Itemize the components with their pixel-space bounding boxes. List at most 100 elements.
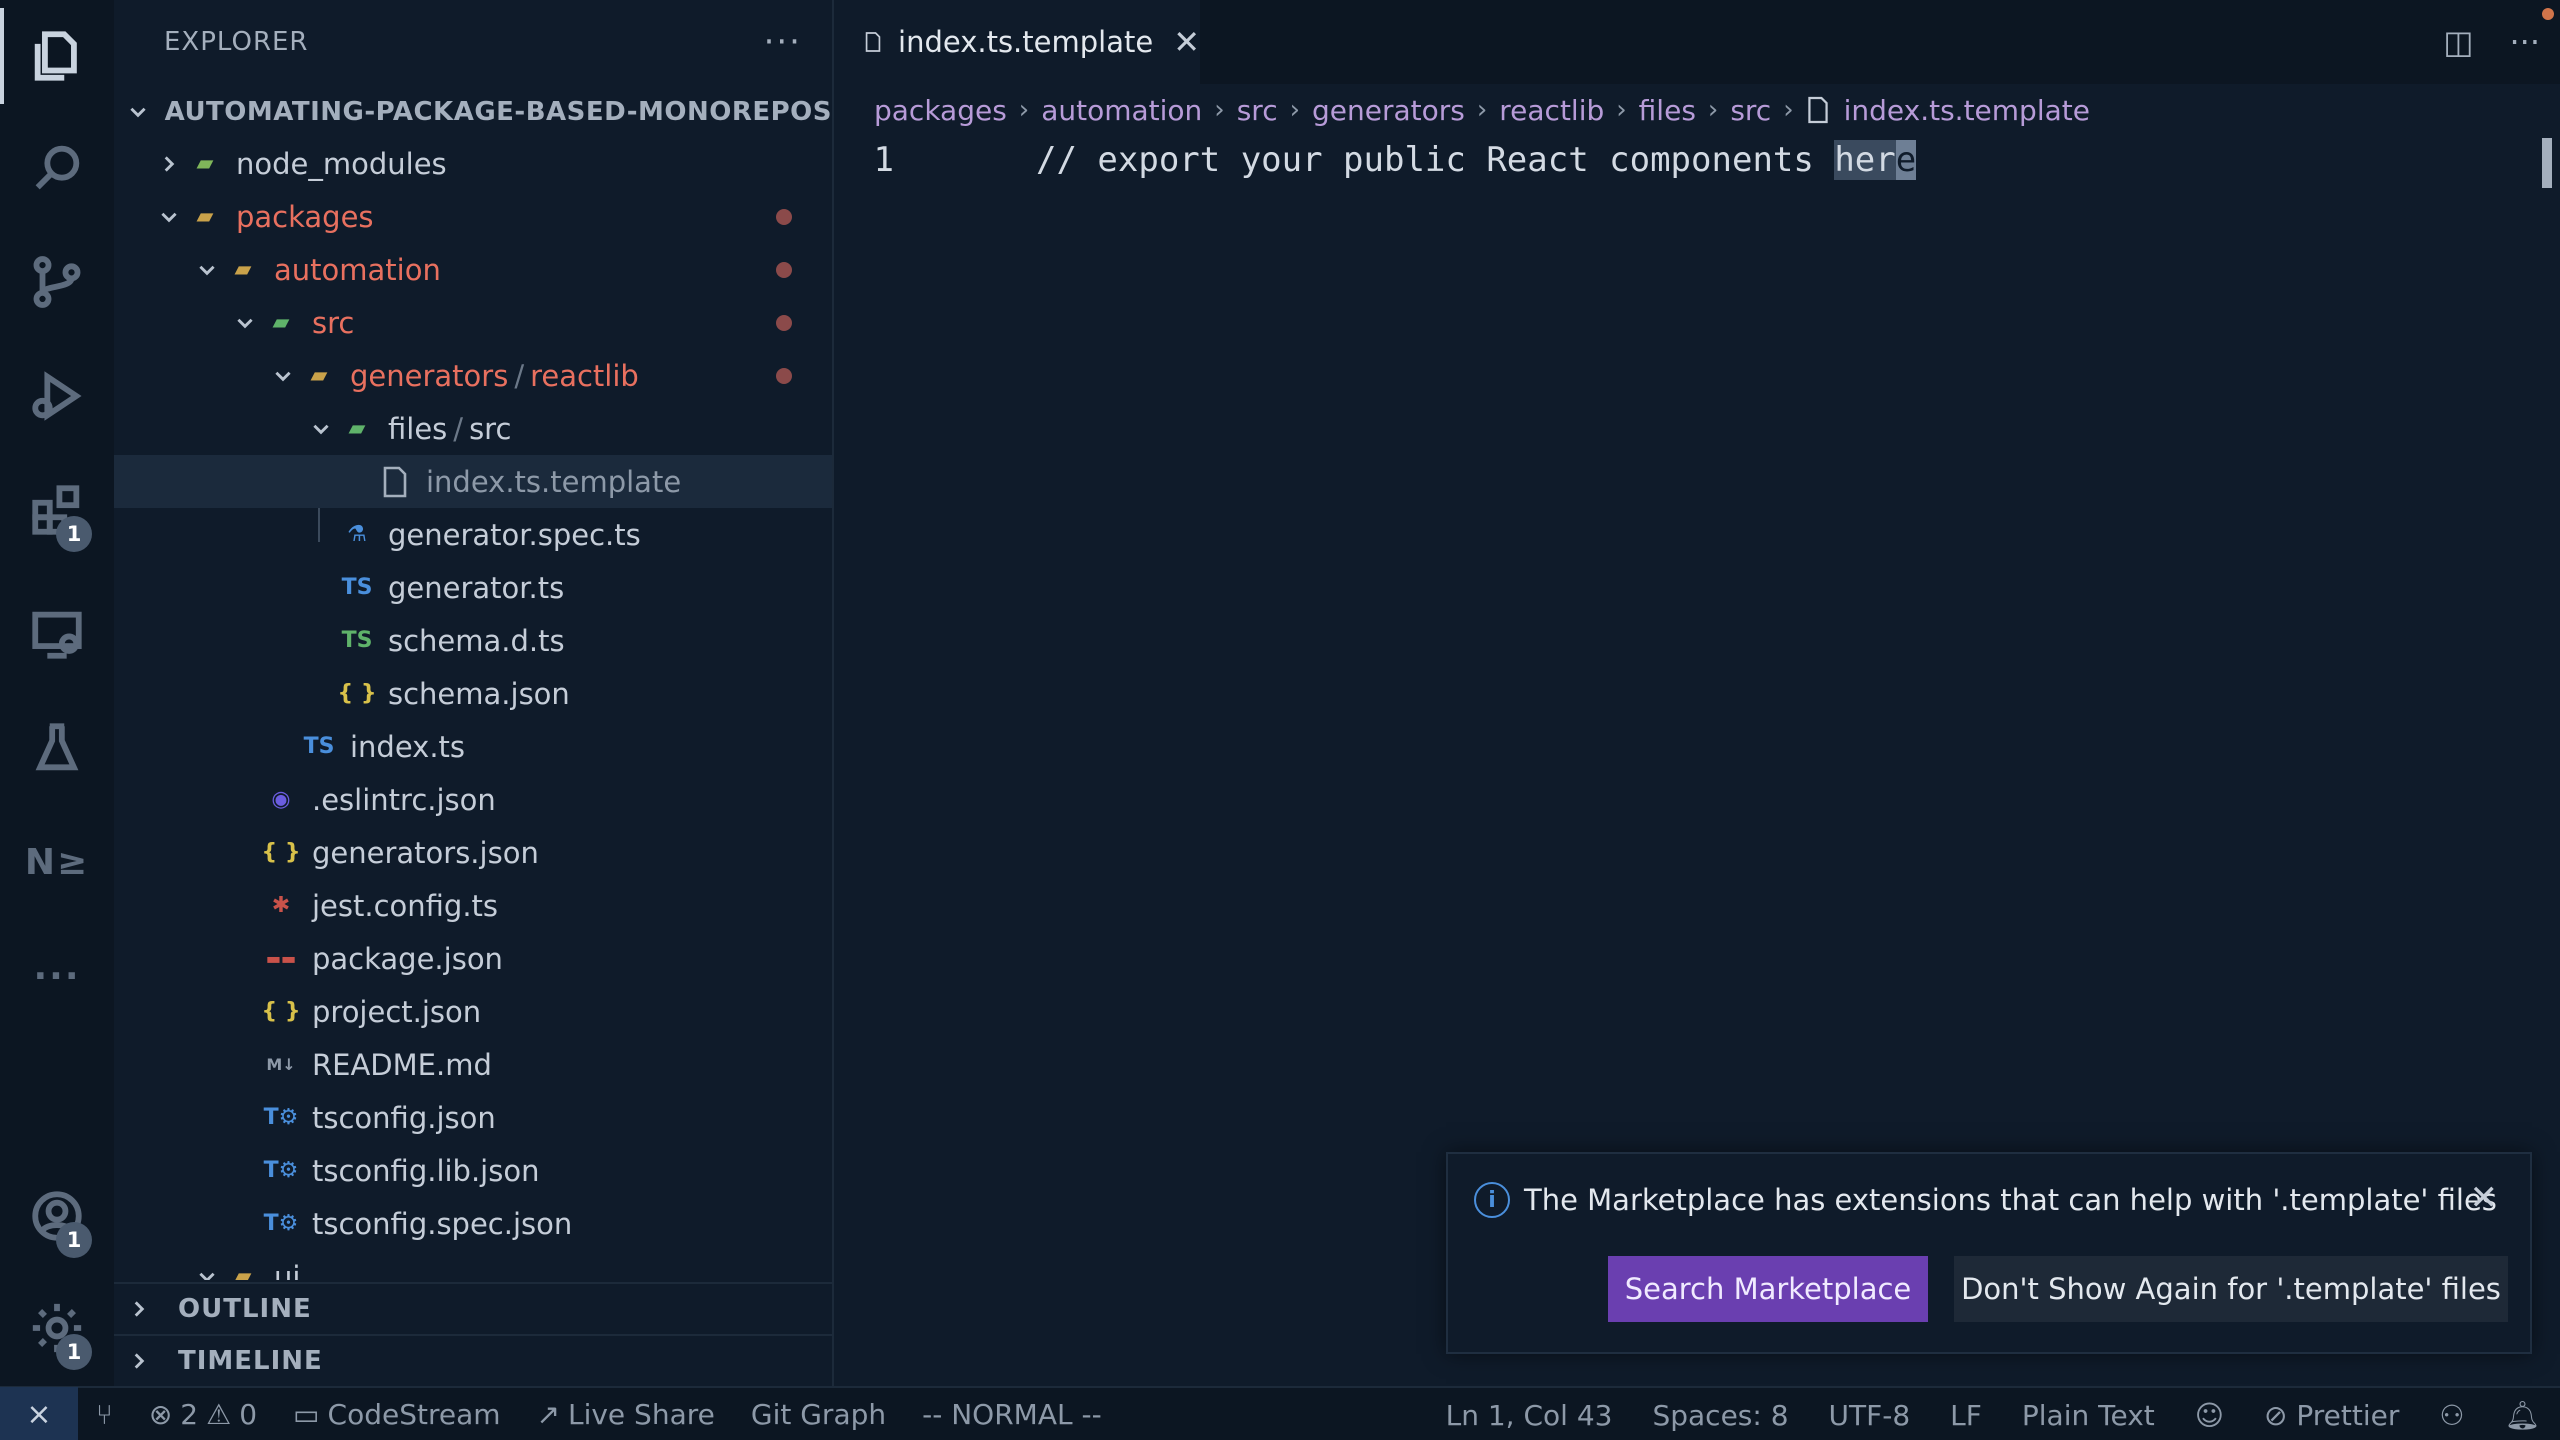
- split-editor-icon[interactable]: ◫: [2443, 23, 2473, 61]
- notification-toast: i The Marketplace has extensions that ca…: [1446, 1152, 2532, 1354]
- share-icon: ↗: [536, 1397, 560, 1431]
- path-separator: /: [514, 358, 525, 393]
- search-marketplace-button[interactable]: Search Marketplace: [1608, 1256, 1928, 1322]
- code-text[interactable]: // export your public React components h…: [1036, 140, 1917, 180]
- feedback-icon[interactable]: ⚇: [2439, 1399, 2464, 1432]
- extensions-activity-button[interactable]: 1: [0, 454, 114, 566]
- close-icon[interactable]: ✕: [1173, 23, 1200, 61]
- testing-activity-button[interactable]: [0, 692, 114, 804]
- tree-label: jest.config.ts: [312, 888, 499, 923]
- code-segment: // export your public React components: [1036, 140, 1835, 180]
- modified-dot: [776, 314, 792, 331]
- code-line-1[interactable]: 1 // export your public React components…: [836, 134, 2536, 186]
- explorer-title: EXPLORER: [164, 27, 309, 57]
- explorer-activity-button[interactable]: [0, 0, 114, 112]
- file-tree: AUTOMATING-PACKAGE-BASED-MONOREPOS ▰ nod…: [114, 84, 832, 1280]
- outline-panel-header[interactable]: OUTLINE: [114, 1282, 832, 1334]
- tree-item-schema-d[interactable]: TS schema.d.ts: [114, 614, 832, 667]
- scrollbar-thumb[interactable]: [2542, 138, 2552, 188]
- git-graph-button[interactable]: Git Graph: [751, 1398, 886, 1431]
- tree-item-eslintrc[interactable]: ◉ .eslintrc.json: [114, 773, 832, 826]
- bell-icon[interactable]: 🔔︎: [2504, 1399, 2540, 1432]
- tsconfig-icon: T⚙: [263, 1211, 299, 1236]
- tree-item-tsconfig[interactable]: T⚙ tsconfig.json: [114, 1091, 832, 1144]
- breadcrumb-item[interactable]: index.ts.template: [1844, 94, 2090, 127]
- indentation[interactable]: Spaces: 8: [1652, 1399, 1788, 1432]
- cursor: e: [1895, 140, 1917, 180]
- remote-explorer-activity-button[interactable]: [0, 578, 114, 690]
- tree-label: generators.json: [312, 835, 539, 870]
- tree-item-jest-config[interactable]: ✱ jest.config.ts: [114, 879, 832, 932]
- cursor-position[interactable]: Ln 1, Col 43: [1446, 1399, 1613, 1432]
- explorer-more-icon[interactable]: ···: [764, 22, 802, 62]
- tab-index-template[interactable]: index.ts.template ✕: [836, 0, 1200, 84]
- tree-item-tsconfig-lib[interactable]: T⚙ tsconfig.lib.json: [114, 1144, 832, 1197]
- remote-indicator-icon[interactable]: ⨯: [0, 1387, 78, 1440]
- tree-item-tsconfig-spec[interactable]: T⚙ tsconfig.spec.json: [114, 1197, 832, 1250]
- folder-icon: ▰: [234, 257, 252, 282]
- live-share-button[interactable]: ↗ Live Share: [537, 1398, 715, 1431]
- tab-bar: index.ts.template ✕ ◫ ···: [836, 0, 2560, 84]
- explorer-sidebar: EXPLORER ··· AUTOMATING-PACKAGE-BASED-MO…: [114, 0, 834, 1386]
- testing-icon: [35, 723, 79, 771]
- chevron-right-icon: ›: [1476, 95, 1488, 125]
- modified-dot: [776, 208, 792, 225]
- tree-item-automation[interactable]: ▰ automation: [114, 243, 832, 296]
- tree-item-project-json[interactable]: { } project.json: [114, 985, 832, 1038]
- file-icon: [865, 32, 881, 52]
- more-activity-button[interactable]: ···: [0, 920, 114, 1032]
- language-mode[interactable]: Plain Text: [2022, 1399, 2155, 1432]
- prettier-button[interactable]: ⊘ Prettier: [2264, 1399, 2399, 1432]
- tree-item-node-modules[interactable]: ▰ node_modules: [114, 137, 832, 190]
- line-number: 1: [873, 140, 894, 180]
- typescript-icon: TS: [341, 575, 373, 600]
- tree-item-package-json[interactable]: ▬▬ package.json: [114, 932, 832, 985]
- breadcrumb-item[interactable]: files: [1639, 94, 1696, 127]
- chevron-right-icon: [124, 1350, 154, 1372]
- git-branch-icon[interactable]: ⑂: [96, 1398, 113, 1431]
- codestream-button[interactable]: ▭ CodeStream: [293, 1398, 500, 1431]
- tree-item-generator-spec[interactable]: ⚗ generator.spec.ts: [114, 508, 832, 561]
- breadcrumb-item[interactable]: packages: [874, 94, 1007, 127]
- tree-item-generators-reactlib[interactable]: ▰ generators / reactlib: [114, 349, 832, 402]
- breadcrumb-item[interactable]: automation: [1041, 94, 1202, 127]
- tree-item-files-src[interactable]: ▰ files / src: [114, 402, 832, 455]
- breadcrumb-item[interactable]: src: [1730, 94, 1771, 127]
- tree-label: files: [388, 411, 448, 446]
- accounts-activity-button[interactable]: 1: [0, 1160, 114, 1272]
- end-of-line[interactable]: LF: [1950, 1399, 1982, 1432]
- tree-root[interactable]: AUTOMATING-PACKAGE-BASED-MONOREPOS: [114, 85, 832, 138]
- chevron-right-icon: ›: [1616, 95, 1627, 125]
- tree-item-generators-json[interactable]: { } generators.json: [114, 826, 832, 879]
- more-actions-icon[interactable]: ···: [2509, 23, 2540, 61]
- dont-show-again-button[interactable]: Don't Show Again for '.template' files: [1954, 1256, 2508, 1322]
- error-icon: ⊗: [148, 1397, 173, 1431]
- problems-indicator[interactable]: ⊗ 2 ⚠ 0: [149, 1398, 257, 1431]
- encoding[interactable]: UTF-8: [1829, 1399, 1911, 1432]
- tree-item-ui[interactable]: ▰ ui: [114, 1250, 832, 1280]
- tree-item-readme[interactable]: M↓ README.md: [114, 1038, 832, 1091]
- tree-item-generator[interactable]: TS generator.ts: [114, 561, 832, 614]
- search-activity-button[interactable]: [0, 112, 114, 224]
- tree-item-schema-json[interactable]: { } schema.json: [114, 667, 832, 720]
- copilot-icon[interactable]: ☺: [2195, 1399, 2224, 1432]
- tree-label: reactlib: [530, 358, 639, 393]
- breadcrumb-item[interactable]: generators: [1312, 94, 1465, 127]
- nx-console-activity-button[interactable]: N≥: [0, 806, 114, 918]
- timeline-panel-header[interactable]: TIMELINE: [114, 1334, 832, 1386]
- settings-activity-button[interactable]: 1: [0, 1272, 114, 1384]
- breadcrumb-item[interactable]: reactlib: [1499, 94, 1604, 127]
- close-icon[interactable]: ✕: [2470, 1178, 2499, 1218]
- tree-item-index-ts[interactable]: TS index.ts: [114, 720, 832, 773]
- node-folder-icon: ▰: [196, 151, 214, 176]
- test-file-icon: ⚗: [347, 522, 367, 547]
- source-control-activity-button[interactable]: [0, 226, 114, 338]
- breadcrumb-item[interactable]: src: [1237, 94, 1278, 127]
- typescript-icon: TS: [303, 734, 335, 759]
- chevron-down-icon: [268, 349, 298, 402]
- tree-item-packages[interactable]: ▰ packages: [114, 190, 832, 243]
- run-debug-activity-button[interactable]: [0, 340, 114, 452]
- tree-item-src[interactable]: ▰ src: [114, 296, 832, 349]
- tree-item-index-template[interactable]: index.ts.template: [114, 455, 832, 508]
- chevron-down-icon: [230, 296, 260, 349]
